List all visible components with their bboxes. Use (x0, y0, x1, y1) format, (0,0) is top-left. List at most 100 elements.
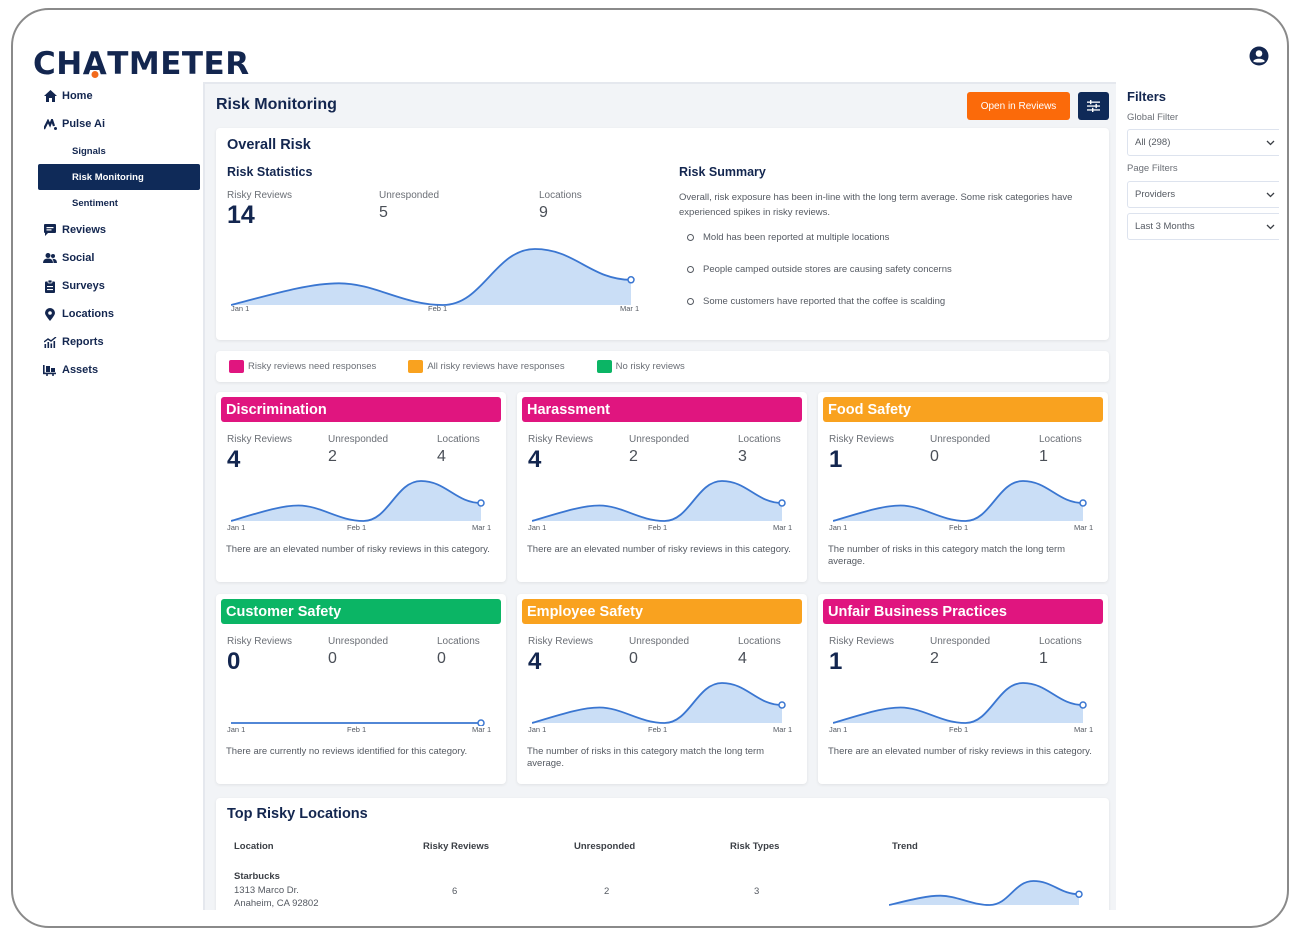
tick-feb: Feb 1 (949, 725, 969, 734)
logo-text: CH (33, 46, 83, 82)
locations-label: Locations (539, 190, 582, 201)
risky-reviews-label: Risky Reviews (528, 434, 594, 445)
locations-value: 9 (539, 204, 548, 221)
unresponded-value: 0 (629, 650, 638, 667)
sidebar-item-signals[interactable]: Signals (25, 138, 203, 164)
category-trend-chart (833, 480, 1087, 522)
sidebar-item-locations[interactable]: Locations (25, 300, 203, 328)
locations-label: Locations (738, 434, 781, 445)
category-description: There are an elevated number of risky re… (527, 544, 791, 555)
date-range-select[interactable]: Last 3 Months (1127, 213, 1279, 240)
unresponded-value: 2 (629, 448, 638, 465)
trend-end-point (778, 499, 786, 507)
trend-end-point (1079, 499, 1087, 507)
risky-reviews-label: Risky Reviews (829, 636, 895, 647)
row-risky-reviews: 6 (452, 886, 458, 897)
category-card-harassment[interactable]: Harassment Risky Reviews 4 Unresponded 2 Loca… (517, 392, 807, 582)
category-trend-chart (833, 682, 1087, 724)
tick-jan: Jan 1 (829, 523, 848, 532)
open-in-reviews-button[interactable]: Open in Reviews (967, 92, 1070, 120)
risky-reviews-label: Risky Reviews (227, 434, 293, 445)
legend-item-no-risky: No risky reviews (596, 360, 685, 373)
tick-feb: Feb 1 (648, 523, 668, 532)
tick-feb: Feb 1 (347, 523, 367, 532)
category-card-employee-safety[interactable]: Employee Safety Risky Reviews 4 Unresponded… (517, 594, 807, 784)
trend-end-point (477, 499, 485, 507)
risk-summary-title: Risk Summary (679, 165, 766, 179)
category-card-unfair-business-practices[interactable]: Unfair Business Practices Risky Reviews 1 U… (818, 594, 1108, 784)
unresponded-label: Unresponded (328, 636, 389, 647)
category-title[interactable]: Harassment (522, 397, 802, 422)
category-card-customer-safety[interactable]: Customer Safety Risky Reviews 0 Unresponded… (216, 594, 506, 784)
tick-jan: Jan 1 (227, 725, 246, 734)
overall-risk-title: Overall Risk (227, 137, 311, 153)
providers-select[interactable]: Providers (1127, 181, 1279, 208)
unresponded-label: Unresponded (629, 636, 690, 647)
legend-item-have-responses: All risky reviews have responses (408, 360, 565, 373)
column-header-risky-reviews[interactable]: Risky Reviews (423, 841, 489, 852)
category-card-discrimination[interactable]: Discrimination Risky Reviews 4 Unresponded 2… (216, 392, 506, 582)
sidebar-item-assets[interactable]: Assets (25, 356, 203, 384)
locations-value: 4 (738, 650, 747, 667)
tick-feb: Feb 1 (949, 523, 969, 532)
column-header-risk-types[interactable]: Risk Types (730, 841, 779, 852)
home-icon (43, 89, 57, 103)
unresponded-value: 2 (328, 448, 337, 465)
unresponded-value: 5 (379, 204, 388, 221)
category-title[interactable]: Unfair Business Practices (823, 599, 1103, 624)
filter-settings-button[interactable] (1078, 92, 1109, 120)
sidebar-item-label: Signals (72, 145, 106, 157)
chatmeter-logo[interactable]: CHA TMETER (33, 46, 250, 82)
sidebar-item-reports[interactable]: Reports (25, 328, 203, 356)
risky-reviews-value: 1 (829, 446, 843, 473)
bullet-text: Some customers have reported that the co… (703, 296, 946, 307)
sidebar-item-label: Social (62, 252, 95, 264)
user-account-icon[interactable] (1249, 46, 1269, 66)
column-header-location[interactable]: Location (234, 841, 274, 852)
risky-reviews-label: Risky Reviews (227, 190, 293, 201)
global-filter-value: All (298) (1135, 137, 1171, 148)
tick-jan: Jan 1 (231, 304, 250, 313)
bullet-icon (687, 266, 694, 273)
sidebar-item-social[interactable]: Social (25, 244, 203, 272)
unresponded-label: Unresponded (629, 434, 690, 445)
category-title[interactable]: Discrimination (221, 397, 501, 422)
date-range-value: Last 3 Months (1135, 221, 1195, 232)
logo-text-end: TMETER (107, 46, 250, 82)
sidebar-item-pulse-ai[interactable]: Pulse Ai (25, 110, 203, 138)
category-description: There are an elevated number of risky re… (226, 544, 490, 555)
risky-reviews-value: 4 (227, 446, 241, 473)
category-card-food-safety[interactable]: Food Safety Risky Reviews 1 Unresponded 0 Loc… (818, 392, 1108, 582)
chevron-down-icon (1266, 192, 1275, 197)
location-address-line1: 1313 Marco Dr. (234, 885, 299, 896)
tick-mar: Mar 1 (773, 725, 793, 734)
risky-reviews-value: 14 (227, 201, 255, 229)
trend-end-point (1075, 890, 1083, 898)
location-name[interactable]: Starbucks (234, 871, 280, 882)
category-title[interactable]: Food Safety (823, 397, 1103, 422)
sidebar-item-risk-monitoring[interactable]: Risk Monitoring (38, 164, 200, 190)
logo-dot (91, 71, 99, 78)
sidebar-item-reviews[interactable]: Reviews (25, 216, 203, 244)
device-frame: CHA TMETER Home Pulse Ai Signals Risk Mon… (11, 8, 1289, 928)
chevron-down-icon (1266, 224, 1275, 229)
category-trend-chart (532, 682, 786, 724)
sidebar-item-home[interactable]: Home (25, 82, 203, 110)
tick-mar: Mar 1 (1074, 523, 1094, 532)
column-header-unresponded[interactable]: Unresponded (574, 841, 635, 852)
global-filter-select[interactable]: All (298) (1127, 129, 1279, 156)
row-trend-chart (889, 880, 1083, 906)
category-title[interactable]: Customer Safety (221, 599, 501, 624)
bullet-text: Mold has been reported at multiple locat… (703, 232, 890, 243)
unresponded-value: 0 (328, 650, 337, 667)
sidebar-item-label: Pulse Ai (62, 118, 105, 130)
sidebar-item-sentiment[interactable]: Sentiment (25, 190, 203, 216)
sidebar-item-surveys[interactable]: Surveys (25, 272, 203, 300)
category-title[interactable]: Employee Safety (522, 599, 802, 624)
sidebar-item-label: Reviews (62, 224, 107, 236)
sliders-icon (1087, 100, 1100, 112)
chevron-down-icon (1266, 140, 1275, 145)
risky-reviews-label: Risky Reviews (528, 636, 594, 647)
risk-summary-text: Overall, risk exposure has been in-line … (679, 192, 1073, 218)
providers-value: Providers (1135, 189, 1176, 200)
